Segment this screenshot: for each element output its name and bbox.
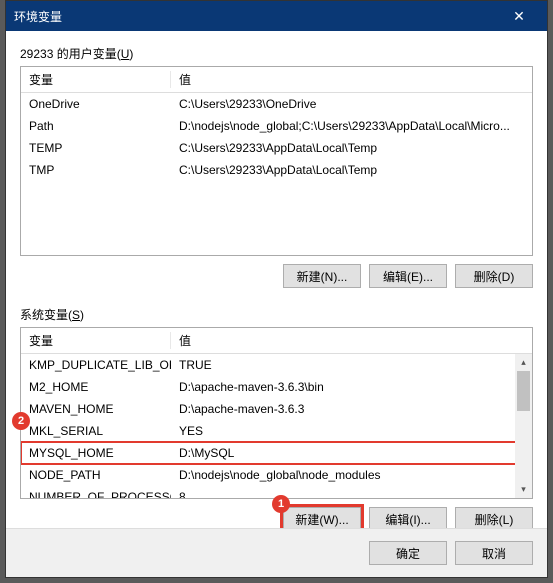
var-name: NODE_PATH (21, 468, 171, 482)
user-vars-label: 29233 的用户变量(U) (20, 45, 533, 62)
table-row[interactable]: TEMPC:\Users\29233\AppData\Local\Temp (21, 137, 532, 159)
var-value: D:\MySQL (171, 446, 532, 460)
table-row[interactable]: TMPC:\Users\29233\AppData\Local\Temp (21, 159, 532, 181)
table-row[interactable]: OneDriveC:\Users\29233\OneDrive (21, 93, 532, 115)
scroll-down-icon[interactable]: ▾ (515, 481, 532, 498)
table-row[interactable]: M2_HOMED:\apache-maven-3.6.3\bin (21, 376, 532, 398)
user-vars-body: OneDriveC:\Users\29233\OneDrivePathD:\no… (21, 93, 532, 255)
col-header-name[interactable]: 变量 (21, 332, 171, 349)
user-vars-buttons: 新建(N)... 编辑(E)... 删除(D) (20, 264, 533, 288)
annotation-badge-2: 2 (12, 412, 30, 430)
dialog-content: 29233 的用户变量(U) 变量 值 OneDriveC:\Users\292… (6, 31, 547, 541)
close-icon[interactable]: ✕ (499, 8, 539, 25)
list-header: 变量 值 (21, 67, 532, 93)
var-name: MYSQL_HOME (21, 446, 171, 460)
var-name: TEMP (21, 141, 171, 155)
scroll-up-icon[interactable]: ▴ (515, 354, 532, 371)
scroll-thumb[interactable] (517, 371, 530, 411)
var-value: C:\Users\29233\OneDrive (171, 97, 532, 111)
col-header-name[interactable]: 变量 (21, 71, 171, 88)
table-row[interactable]: PathD:\nodejs\node_global;C:\Users\29233… (21, 115, 532, 137)
var-name: MKL_SERIAL (21, 424, 171, 438)
user-vars-list[interactable]: 变量 值 OneDriveC:\Users\29233\OneDrivePath… (20, 66, 533, 256)
list-header: 变量 值 (21, 328, 532, 354)
var-name: Path (21, 119, 171, 133)
var-name: MAVEN_HOME (21, 402, 171, 416)
var-value: D:\apache-maven-3.6.3\bin (171, 380, 532, 394)
user-new-button[interactable]: 新建(N)... (283, 264, 361, 288)
var-value: D:\apache-maven-3.6.3 (171, 402, 532, 416)
ok-button[interactable]: 确定 (369, 541, 447, 565)
var-value: D:\nodejs\node_global\node_modules (171, 468, 532, 482)
dialog-title: 环境变量 (14, 8, 499, 25)
var-name: KMP_DUPLICATE_LIB_OK (21, 358, 171, 372)
scrollbar[interactable]: ▴ ▾ (515, 354, 532, 498)
table-row[interactable]: NODE_PATHD:\nodejs\node_global\node_modu… (21, 464, 532, 486)
user-edit-button[interactable]: 编辑(E)... (369, 264, 447, 288)
table-row[interactable]: KMP_DUPLICATE_LIB_OKTRUE (21, 354, 532, 376)
env-vars-dialog: 环境变量 ✕ 29233 的用户变量(U) 变量 值 OneDriveC:\Us… (5, 0, 548, 578)
var-name: TMP (21, 163, 171, 177)
var-value: 8 (171, 490, 532, 498)
var-value: D:\nodejs\node_global;C:\Users\29233\App… (171, 119, 532, 133)
dialog-footer: 确定 取消 (6, 528, 547, 577)
col-header-value[interactable]: 值 (171, 332, 532, 349)
user-delete-button[interactable]: 删除(D) (455, 264, 533, 288)
sys-vars-list[interactable]: 变量 值 KMP_DUPLICATE_LIB_OKTRUEM2_HOMED:\a… (20, 327, 533, 499)
cancel-button[interactable]: 取消 (455, 541, 533, 565)
annotation-badge-1: 1 (272, 495, 290, 513)
table-row[interactable]: MAVEN_HOMED:\apache-maven-3.6.3 (21, 398, 532, 420)
var-name: OneDrive (21, 97, 171, 111)
sys-vars-label: 系统变量(S) (20, 306, 533, 323)
table-row[interactable]: MKL_SERIALYES (21, 420, 532, 442)
titlebar: 环境变量 ✕ (6, 1, 547, 31)
var-name: NUMBER_OF_PROCESSORS (21, 490, 171, 498)
var-value: C:\Users\29233\AppData\Local\Temp (171, 141, 532, 155)
col-header-value[interactable]: 值 (171, 71, 532, 88)
var-name: M2_HOME (21, 380, 171, 394)
var-value: TRUE (171, 358, 532, 372)
var-value: YES (171, 424, 532, 438)
sys-vars-body: KMP_DUPLICATE_LIB_OKTRUEM2_HOMED:\apache… (21, 354, 532, 498)
table-row[interactable]: MYSQL_HOMED:\MySQL (21, 442, 532, 464)
var-value: C:\Users\29233\AppData\Local\Temp (171, 163, 532, 177)
